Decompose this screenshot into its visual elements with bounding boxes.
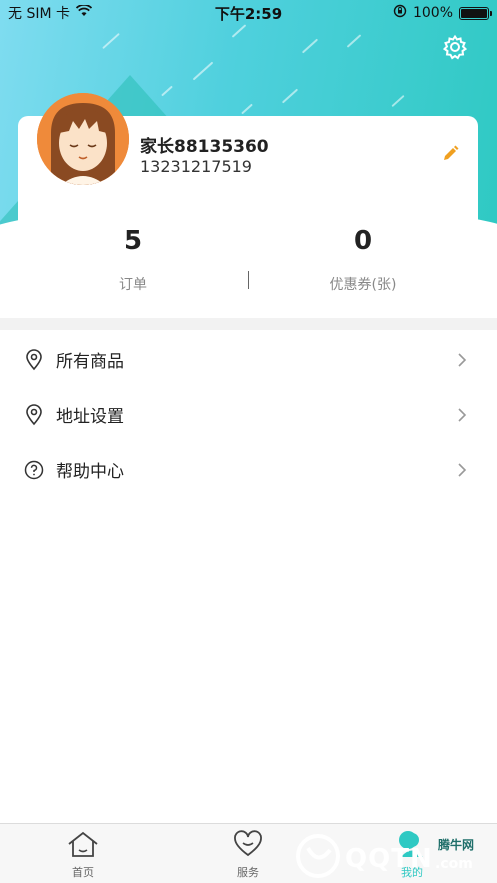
rain-streak [231,24,247,38]
watermark-suffix: .com [435,856,473,872]
status-left: 无 SIM 卡 [8,3,93,23]
orders-stat[interactable]: 5 订单 [73,226,193,294]
settings-button[interactable] [440,34,470,64]
avatar[interactable] [37,93,129,185]
home-icon [66,831,100,862]
tab-service[interactable]: 服务 [208,830,288,880]
chevron-right-icon [456,407,468,423]
stats-divider [248,271,249,289]
edit-profile-button[interactable] [440,144,462,166]
coupons-label: 优惠券(张) [329,277,397,293]
user-phone: 13231217519 [140,157,252,176]
coupons-count: 0 [353,226,373,256]
menu-item-all-products[interactable]: 所有商品 [0,332,497,387]
orientation-lock-icon [393,4,407,22]
tab-home[interactable]: 首页 [43,830,123,880]
rain-streak [346,34,362,48]
rain-streak [391,94,405,108]
chevron-right-icon [456,352,468,368]
avatar-illustration [37,93,129,185]
tab-label: 首页 [72,866,94,879]
rain-streak [102,32,120,50]
pencil-icon [440,145,460,168]
watermark: QQTN .com 腾牛网 [290,826,490,883]
watermark-brand: QQTN [345,844,433,874]
status-time: 下午2:59 [214,4,283,23]
gear-icon [442,34,468,64]
rain-streak [301,38,319,54]
heart-icon [233,830,263,862]
status-bar: 无 SIM 卡 下午2:59 100% [0,0,497,26]
watermark-site-name: 腾牛网 [438,838,475,852]
section-divider [0,318,497,330]
menu-item-label: 地址设置 [56,407,124,427]
chevron-right-icon [456,462,468,478]
wifi-icon [75,4,93,21]
menu-item-label: 帮助中心 [56,462,124,482]
battery-icon [459,6,492,20]
carrier-text: 无 SIM 卡 [8,6,70,22]
status-right: 100% [393,4,492,22]
location-pin-icon [24,348,44,371]
coupons-stat[interactable]: 0 优惠券(张) [303,226,423,294]
menu-item-label: 所有商品 [56,352,124,372]
orders-count: 5 [123,226,143,256]
location-pin-icon [24,403,44,426]
menu-item-address-settings[interactable]: 地址设置 [0,387,497,442]
user-name: 家长88135360 [140,137,269,157]
menu-item-help-center[interactable]: 帮助中心 [0,442,497,497]
battery-percent: 100% [412,5,453,21]
tab-label: 服务 [237,866,259,879]
orders-label: 订单 [119,277,147,293]
question-circle-icon [24,459,44,481]
